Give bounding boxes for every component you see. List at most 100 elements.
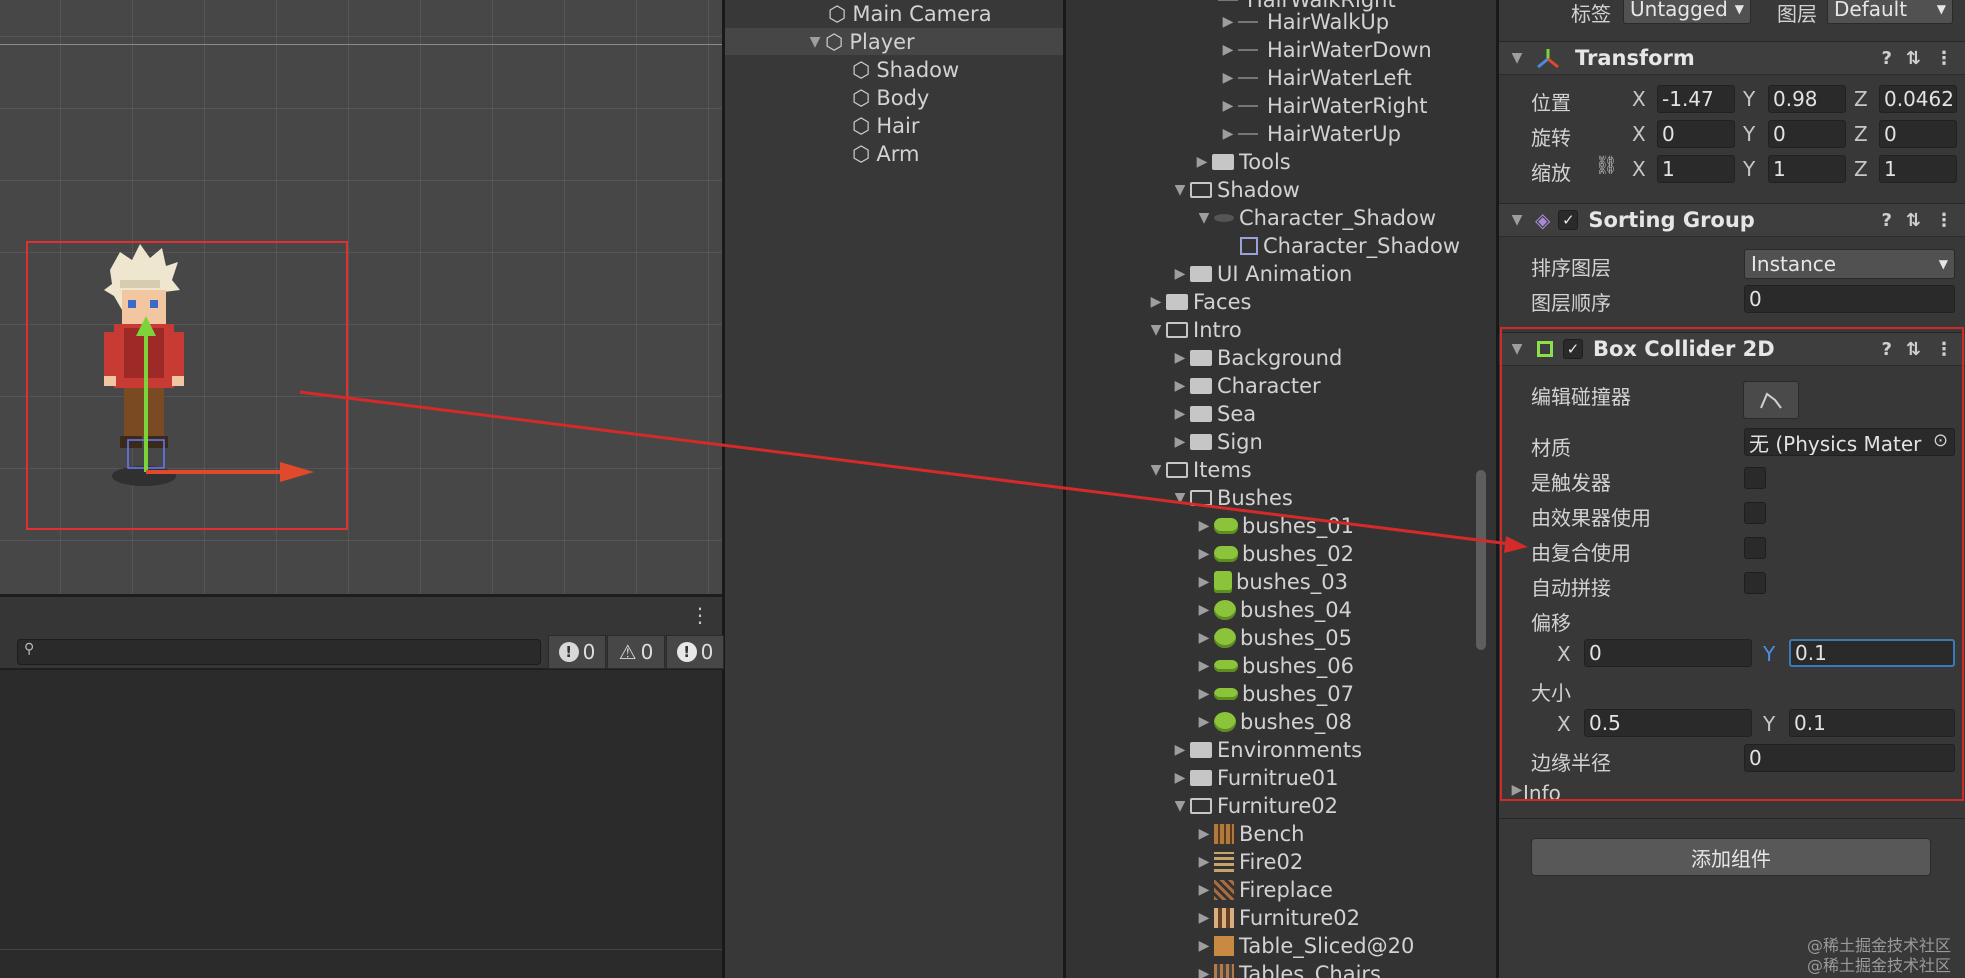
expand-triangle-icon[interactable]: ▶ [1194, 966, 1214, 978]
project-folder[interactable]: ▶ Background [1170, 344, 1343, 371]
project-item[interactable]: ▶ bushes_05 [1194, 624, 1352, 651]
hierarchy-item[interactable]: ⬡ Body [725, 84, 1063, 111]
expand-triangle-icon[interactable]: ▶ [1194, 826, 1214, 842]
expand-triangle-icon[interactable]: ▶ [1194, 546, 1214, 562]
expand-triangle-icon[interactable]: ▶ [1194, 938, 1214, 954]
position-y-field[interactable]: 0.98 [1768, 85, 1846, 113]
project-item[interactable]: ▶ bushes_03 [1194, 568, 1348, 595]
project-folder[interactable]: ▼ Shadow [1170, 176, 1300, 203]
order-in-layer-field[interactable]: 0 [1744, 285, 1955, 313]
project-item[interactable]: ▶ HairWaterUp [1218, 120, 1401, 147]
project-item[interactable]: ▶ bushes_04 [1194, 596, 1352, 623]
expand-triangle-icon[interactable]: ▶ [1170, 770, 1190, 786]
expand-triangle-icon[interactable]: ▶ [1194, 686, 1214, 702]
sorting-group-header[interactable]: ▼ ◈ ✓ Sorting Group ? ⇅ ⋮ [1499, 203, 1965, 237]
enabled-checkbox[interactable]: ✓ [1558, 210, 1579, 230]
expand-triangle-icon[interactable]: ▶ [1170, 378, 1190, 394]
project-folder[interactable]: ▼ Bushes [1170, 484, 1293, 511]
project-folder[interactable]: ▶ Furnitrue01 [1170, 764, 1339, 791]
project-folder[interactable]: ▶ UI Animation [1170, 260, 1353, 287]
rotation-z-field[interactable]: 0 [1879, 120, 1957, 148]
expand-triangle-icon[interactable]: ▶ [1218, 98, 1238, 114]
hierarchy-item-selected[interactable]: ▼ ⬡ Player [725, 28, 1063, 55]
expand-triangle-icon[interactable]: ▼ [1170, 182, 1190, 198]
expand-triangle-icon[interactable]: ▶ [1194, 714, 1214, 730]
expand-triangle-icon[interactable]: ▶ [1192, 154, 1212, 170]
link-constraint-icon[interactable]: ⛓ [1595, 155, 1618, 176]
expand-triangle-icon[interactable]: ▶ [1218, 14, 1238, 30]
hierarchy-item[interactable]: ⬡ Arm [725, 140, 1063, 167]
hierarchy-item[interactable]: ⬡ Main Camera [725, 0, 1063, 27]
expand-triangle-icon[interactable]: ▼ [1146, 462, 1166, 478]
expand-triangle-icon[interactable]: ▶ [1146, 294, 1166, 310]
project-item[interactable]: ▶ HairWalkUp [1218, 8, 1390, 35]
project-item[interactable]: ▶ Fireplace [1194, 876, 1333, 903]
expand-triangle-icon[interactable]: ▼ [805, 34, 825, 50]
project-item[interactable]: ▼ Character_Shadow [1194, 204, 1436, 231]
log-count-toggle[interactable]: ! 0 [548, 635, 606, 669]
project-item[interactable]: ▶ bushes_07 [1194, 680, 1354, 707]
more-menu-icon[interactable]: ⋮ [1935, 210, 1953, 231]
expand-triangle-icon[interactable]: ▶ [1170, 350, 1190, 366]
expand-triangle-icon[interactable]: ▶ [1170, 266, 1190, 282]
expand-triangle-icon[interactable]: ▼ [1170, 490, 1190, 506]
preset-icon[interactable]: ⇅ [1906, 48, 1921, 69]
expand-triangle-icon[interactable]: ▶ [1194, 854, 1214, 870]
scale-x-field[interactable]: 1 [1657, 155, 1735, 183]
project-item[interactable]: ▶ bushes_02 [1194, 540, 1354, 567]
expand-triangle-icon[interactable]: ▶ [1170, 406, 1190, 422]
project-scrollbar[interactable] [1476, 470, 1486, 650]
project-folder[interactable]: ▶ Tools [1192, 148, 1291, 175]
layer-dropdown[interactable]: Default ▼ [1827, 0, 1953, 24]
scale-y-field[interactable]: 1 [1768, 155, 1846, 183]
help-icon[interactable]: ? [1881, 210, 1891, 231]
warning-count-toggle[interactable]: ⚠ 0 [607, 635, 665, 669]
expand-triangle-icon[interactable]: ▼ [1194, 210, 1214, 226]
add-component-button[interactable]: 添加组件 [1531, 838, 1931, 876]
rotation-y-field[interactable]: 0 [1768, 120, 1846, 148]
project-item[interactable]: ▶ HairWaterLeft [1218, 64, 1412, 91]
expand-triangle-icon[interactable]: ▶ [1218, 126, 1238, 142]
expand-triangle-icon[interactable]: ▶ [1194, 574, 1214, 590]
project-folder[interactable]: ▼ Items [1146, 456, 1252, 483]
project-item[interactable]: ▶ bushes_06 [1194, 652, 1354, 679]
error-count-toggle[interactable]: ! 0 [666, 635, 724, 669]
transform-header[interactable]: ▼ Transform ? ⇅ ⋮ [1499, 41, 1965, 75]
project-folder[interactable]: ▶ Sea [1170, 400, 1257, 427]
expand-triangle-icon[interactable]: ▼ [1507, 50, 1527, 66]
project-item[interactable]: Character_Shadow [1240, 232, 1460, 259]
project-folder[interactable]: ▶ Environments [1170, 736, 1362, 763]
tag-dropdown[interactable]: Untagged ▼ [1623, 0, 1751, 24]
project-folder[interactable]: ▶ Character [1170, 372, 1321, 399]
expand-triangle-icon[interactable]: ▶ [1194, 910, 1214, 926]
project-item[interactable]: ▶ Tables_Chairs [1194, 960, 1381, 978]
expand-triangle-icon[interactable]: ▶ [1170, 434, 1190, 450]
scene-view[interactable] [0, 0, 725, 594]
preset-icon[interactable]: ⇅ [1906, 210, 1921, 231]
expand-triangle-icon[interactable]: ▶ [1194, 518, 1214, 534]
hierarchy-item[interactable]: ⬡ Shadow [725, 56, 1063, 83]
more-menu-icon[interactable]: ⋮ [690, 603, 710, 627]
project-folder[interactable]: ▶ Sign [1170, 428, 1263, 455]
project-item[interactable]: ▶ bushes_01 [1194, 512, 1354, 539]
expand-triangle-icon[interactable]: ▶ [1194, 602, 1214, 618]
rotation-x-field[interactable]: 0 [1657, 120, 1735, 148]
project-folder[interactable]: ▼ Furniture02 [1170, 792, 1338, 819]
sorting-layer-dropdown[interactable]: Instance ▼ [1744, 249, 1955, 279]
move-gizmo-x-icon[interactable] [140, 460, 320, 484]
expand-triangle-icon[interactable]: ▼ [1170, 798, 1190, 814]
expand-triangle-icon[interactable]: ▼ [1146, 322, 1166, 338]
project-item[interactable]: ▶ Fire02 [1194, 848, 1304, 875]
help-icon[interactable]: ? [1881, 48, 1891, 69]
expand-triangle-icon[interactable]: ▶ [1194, 882, 1214, 898]
console-search-input[interactable]: ⚲ [17, 639, 541, 665]
position-z-field[interactable]: 0.0462 [1879, 85, 1957, 113]
more-menu-icon[interactable]: ⋮ [1935, 48, 1953, 69]
position-x-field[interactable]: -1.47 [1657, 85, 1735, 113]
project-folder[interactable]: ▼ Intro [1146, 316, 1242, 343]
project-item[interactable]: ▶ HairWaterRight [1218, 92, 1428, 119]
expand-triangle-icon[interactable]: ▶ [1218, 70, 1238, 86]
expand-triangle-icon[interactable]: ▶ [1170, 742, 1190, 758]
expand-triangle-icon[interactable]: ▼ [1507, 212, 1527, 228]
expand-triangle-icon[interactable]: ▶ [1194, 630, 1214, 646]
